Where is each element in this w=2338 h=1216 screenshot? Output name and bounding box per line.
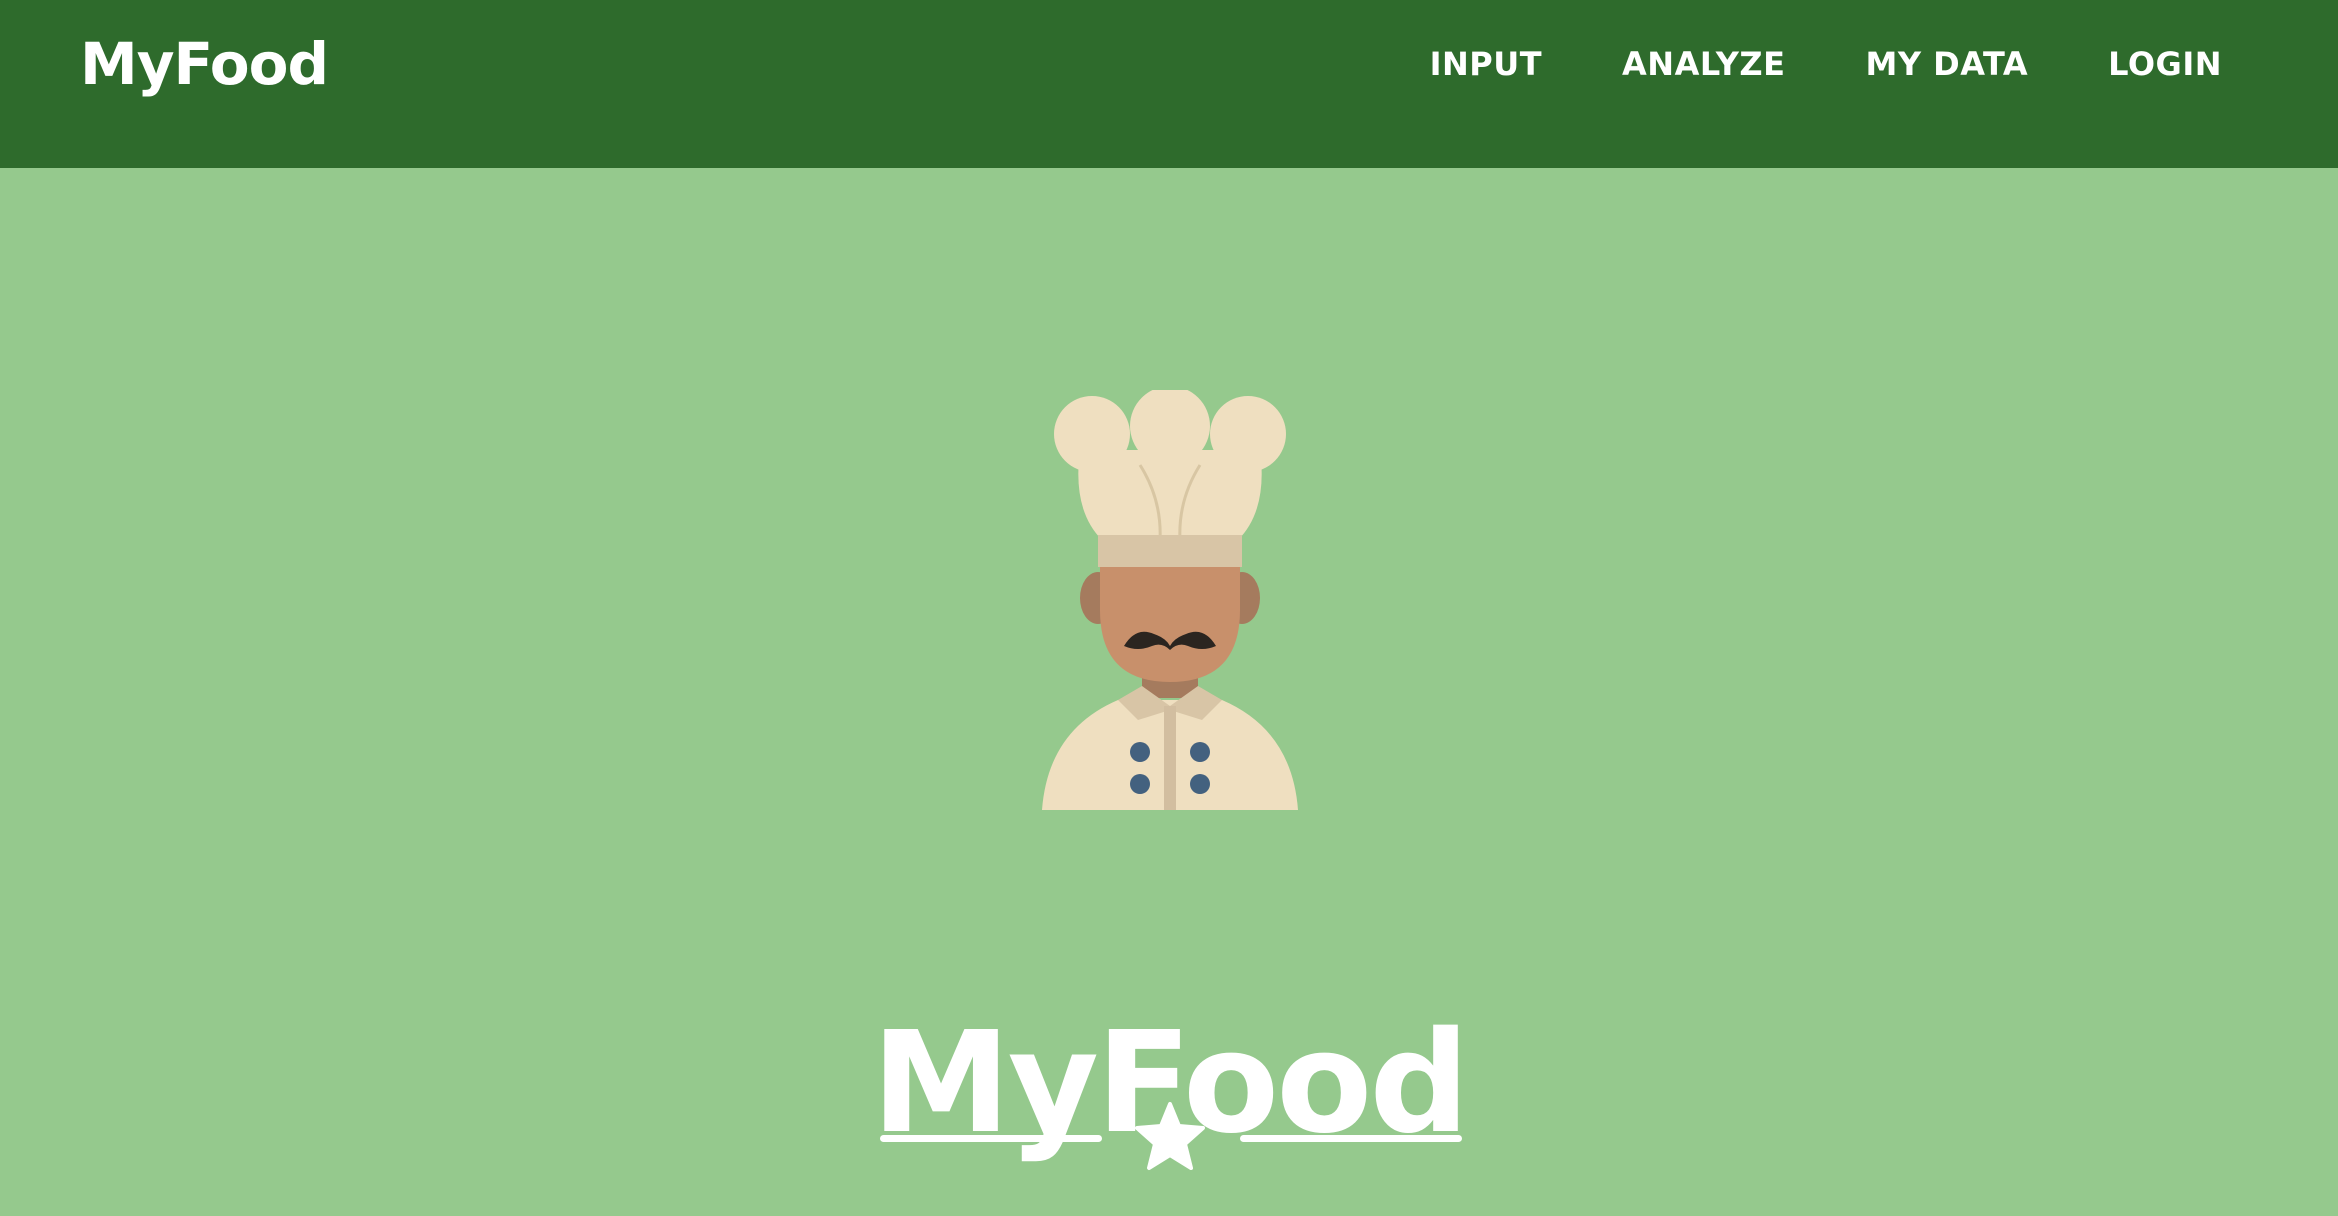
brand-link[interactable]: MyFood: [80, 0, 329, 128]
divider-line-left: [880, 1135, 1102, 1142]
chef-avatar-icon: [1042, 390, 1298, 810]
nav-link-input[interactable]: INPUT: [1430, 45, 1542, 83]
nav-link-my-data[interactable]: MY DATA: [1865, 45, 2028, 83]
divider-line-right: [1240, 1135, 1462, 1142]
nav-link-analyze[interactable]: ANALYZE: [1622, 45, 1785, 83]
nav-link-login[interactable]: LOGIN: [2108, 45, 2222, 83]
star-icon: [1135, 1102, 1205, 1170]
star-divider: [0, 1100, 2338, 1176]
top-navbar: MyFood INPUT ANALYZE MY DATA LOGIN: [0, 0, 2338, 168]
nav-links: INPUT ANALYZE MY DATA LOGIN: [1430, 0, 2222, 128]
